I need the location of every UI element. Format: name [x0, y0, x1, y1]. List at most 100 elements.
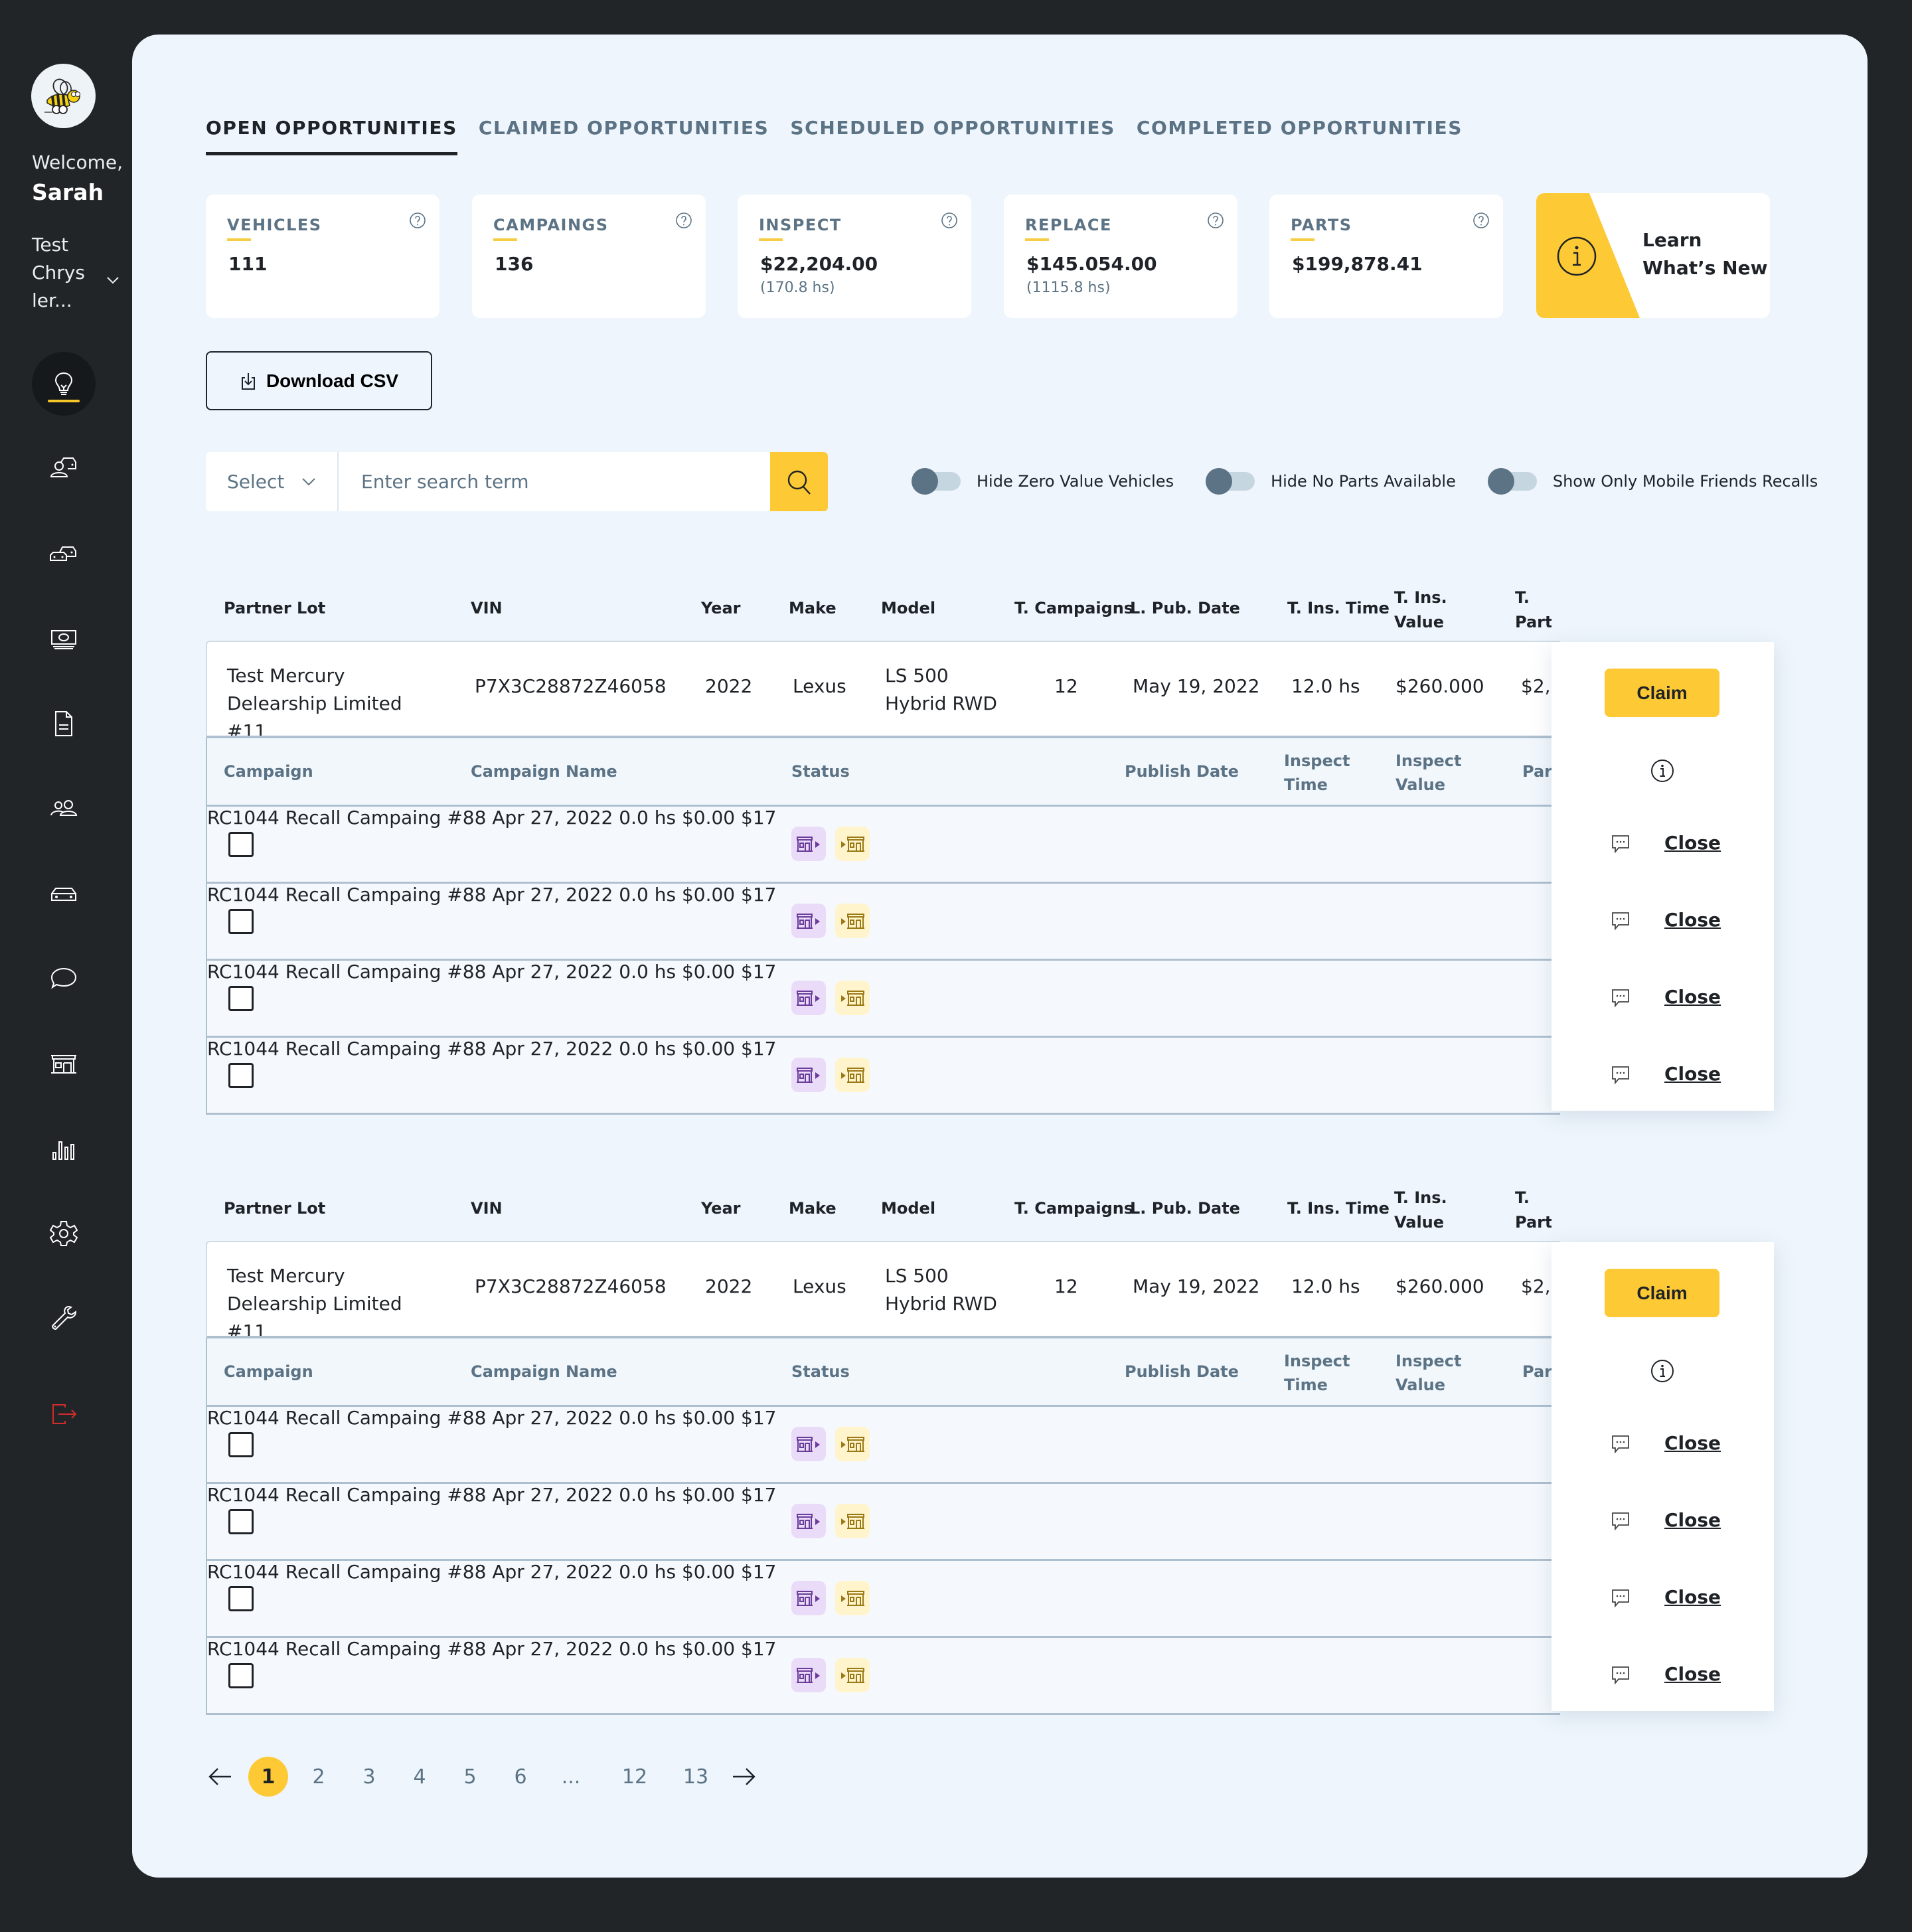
search-input[interactable] [339, 452, 770, 511]
page-3[interactable]: 3 [349, 1757, 389, 1797]
prev-page-arrow-icon[interactable] [206, 1762, 235, 1791]
page-6[interactable]: 6 [501, 1757, 540, 1797]
info-icon[interactable] [1650, 758, 1675, 783]
close-link[interactable]: Close [1664, 1432, 1721, 1454]
col-make[interactable]: Make [789, 1199, 836, 1218]
col-inspect-time[interactable]: Inspect Time [1284, 749, 1350, 797]
page-2[interactable]: 2 [299, 1757, 339, 1797]
toggle-hide-no-parts[interactable]: Hide No Parts Available [1206, 468, 1456, 495]
page-12[interactable]: 12 [615, 1757, 655, 1797]
close-link[interactable]: Close [1664, 1063, 1721, 1085]
nav-item-store[interactable] [32, 1032, 96, 1095]
claim-button[interactable]: Claim [1605, 1269, 1719, 1317]
col-inspect-value[interactable]: Inspect Value [1395, 749, 1461, 797]
tab-open-opportunities[interactable]: OPEN OPPORTUNITIES [206, 117, 457, 155]
col-inspect-value[interactable]: Inspect Value [1395, 1349, 1461, 1397]
campaign-checkbox[interactable] [228, 909, 254, 934]
col-total-campaigns[interactable]: T. Campaigns [1014, 1199, 1133, 1218]
info-icon[interactable] [1650, 1358, 1675, 1384]
comment-icon[interactable] [1610, 1064, 1631, 1086]
col-campaign-name[interactable]: Campaign Name [471, 762, 617, 781]
close-link[interactable]: Close [1664, 986, 1721, 1008]
download-csv-button[interactable]: Download CSV [206, 351, 432, 410]
toggle-switch[interactable] [912, 468, 962, 495]
page-1[interactable]: 1 [248, 1757, 288, 1797]
col-total-ins-time[interactable]: T. Ins. Time [1287, 599, 1390, 617]
campaign-checkbox[interactable] [228, 1586, 254, 1611]
campaign-checkbox[interactable] [228, 1063, 254, 1088]
close-link[interactable]: Close [1664, 832, 1721, 854]
col-year[interactable]: Year [701, 1199, 740, 1218]
nav-item-messages[interactable] [32, 947, 96, 1010]
chevron-down-icon[interactable] [105, 272, 121, 288]
col-campaign-name[interactable]: Campaign Name [471, 1362, 617, 1381]
nav-item-vehicles[interactable] [32, 862, 96, 926]
nav-item-inventory[interactable] [32, 522, 96, 586]
vehicle-row[interactable]: Test Mercury Delearship Limited #11 P7X3… [206, 1241, 1560, 1338]
col-model[interactable]: Model [881, 1199, 935, 1218]
col-vin[interactable]: VIN [471, 599, 503, 617]
tab-completed-opportunities[interactable]: COMPLETED OPPORTUNITIES [1137, 117, 1463, 155]
comment-icon[interactable] [1610, 1587, 1631, 1609]
bee-logo[interactable] [31, 64, 96, 128]
col-campaign[interactable]: Campaign [224, 762, 313, 781]
page-13[interactable]: 13 [676, 1757, 716, 1797]
col-last-pub-date[interactable]: L. Pub. Date [1130, 1199, 1240, 1218]
nav-item-opportunities[interactable] [32, 352, 96, 416]
next-page-arrow-icon[interactable] [729, 1762, 758, 1791]
tab-scheduled-opportunities[interactable]: SCHEDULED OPPORTUNITIES [790, 117, 1115, 155]
col-total-ins-value[interactable]: T. Ins. Value [1394, 1186, 1447, 1235]
comment-icon[interactable] [1610, 833, 1631, 854]
col-inspect-time[interactable]: Inspect Time [1284, 1349, 1350, 1397]
col-vin[interactable]: VIN [471, 1199, 503, 1218]
comment-icon[interactable] [1610, 910, 1631, 931]
col-partner-lot[interactable]: Partner Lot [224, 599, 325, 617]
toggle-mobile-friendly[interactable]: Show Only Mobile Friends Recalls [1487, 468, 1818, 495]
campaign-checkbox[interactable] [228, 832, 254, 857]
col-total-parts-value[interactable]: T. Parts Value [1515, 586, 1552, 635]
nav-item-tools[interactable] [32, 1287, 96, 1350]
page-5[interactable]: 5 [450, 1757, 490, 1797]
close-link[interactable]: Close [1664, 1663, 1721, 1685]
nav-item-reports[interactable] [32, 1117, 96, 1180]
close-link[interactable]: Close [1664, 909, 1721, 931]
col-campaign[interactable]: Campaign [224, 1362, 313, 1381]
col-last-pub-date[interactable]: L. Pub. Date [1130, 599, 1240, 617]
campaign-checkbox[interactable] [228, 1509, 254, 1534]
help-icon[interactable] [675, 212, 692, 229]
comment-icon[interactable] [1610, 1510, 1631, 1532]
nav-item-finance[interactable] [32, 607, 96, 671]
col-total-campaigns[interactable]: T. Campaigns [1014, 599, 1133, 617]
tab-claimed-opportunities[interactable]: CLAIMED OPPORTUNITIES [479, 117, 769, 155]
toggle-switch[interactable] [1487, 468, 1538, 495]
campaign-checkbox[interactable] [228, 1432, 254, 1457]
learn-whats-new-card[interactable]: Learn What’s New [1536, 193, 1770, 318]
search-button[interactable] [770, 452, 828, 511]
nav-item-users[interactable] [32, 777, 96, 841]
col-publish-date[interactable]: Publish Date [1125, 762, 1239, 781]
nav-item-documents[interactable] [32, 692, 96, 756]
col-total-ins-value[interactable]: T. Ins. Value [1394, 586, 1447, 635]
toggle-hide-zero-value[interactable]: Hide Zero Value Vehicles [912, 468, 1174, 495]
col-partner-lot[interactable]: Partner Lot [224, 1199, 325, 1218]
claim-button[interactable]: Claim [1605, 669, 1719, 717]
comment-icon[interactable] [1610, 1433, 1631, 1455]
col-status[interactable]: Status [791, 762, 850, 781]
help-icon[interactable] [409, 212, 426, 229]
nav-item-logout[interactable] [32, 1382, 96, 1446]
col-status[interactable]: Status [791, 1362, 850, 1381]
search-field-select[interactable]: Select [206, 452, 339, 511]
campaign-checkbox[interactable] [228, 986, 254, 1011]
nav-item-customers-vehicles[interactable] [32, 437, 96, 501]
vehicle-row[interactable]: Test Mercury Delearship Limited #11 P7X3… [206, 641, 1560, 738]
toggle-switch[interactable] [1206, 468, 1256, 495]
page-4[interactable]: 4 [400, 1757, 439, 1797]
comment-icon[interactable] [1610, 1664, 1631, 1686]
help-icon[interactable] [1207, 212, 1224, 229]
dealer-selector[interactable]: Test Chrys ler... [32, 231, 92, 315]
col-year[interactable]: Year [701, 599, 740, 617]
help-icon[interactable] [1473, 212, 1490, 229]
nav-item-settings[interactable] [32, 1202, 96, 1265]
col-total-parts-value[interactable]: T. Parts Value [1515, 1186, 1552, 1235]
col-make[interactable]: Make [789, 599, 836, 617]
